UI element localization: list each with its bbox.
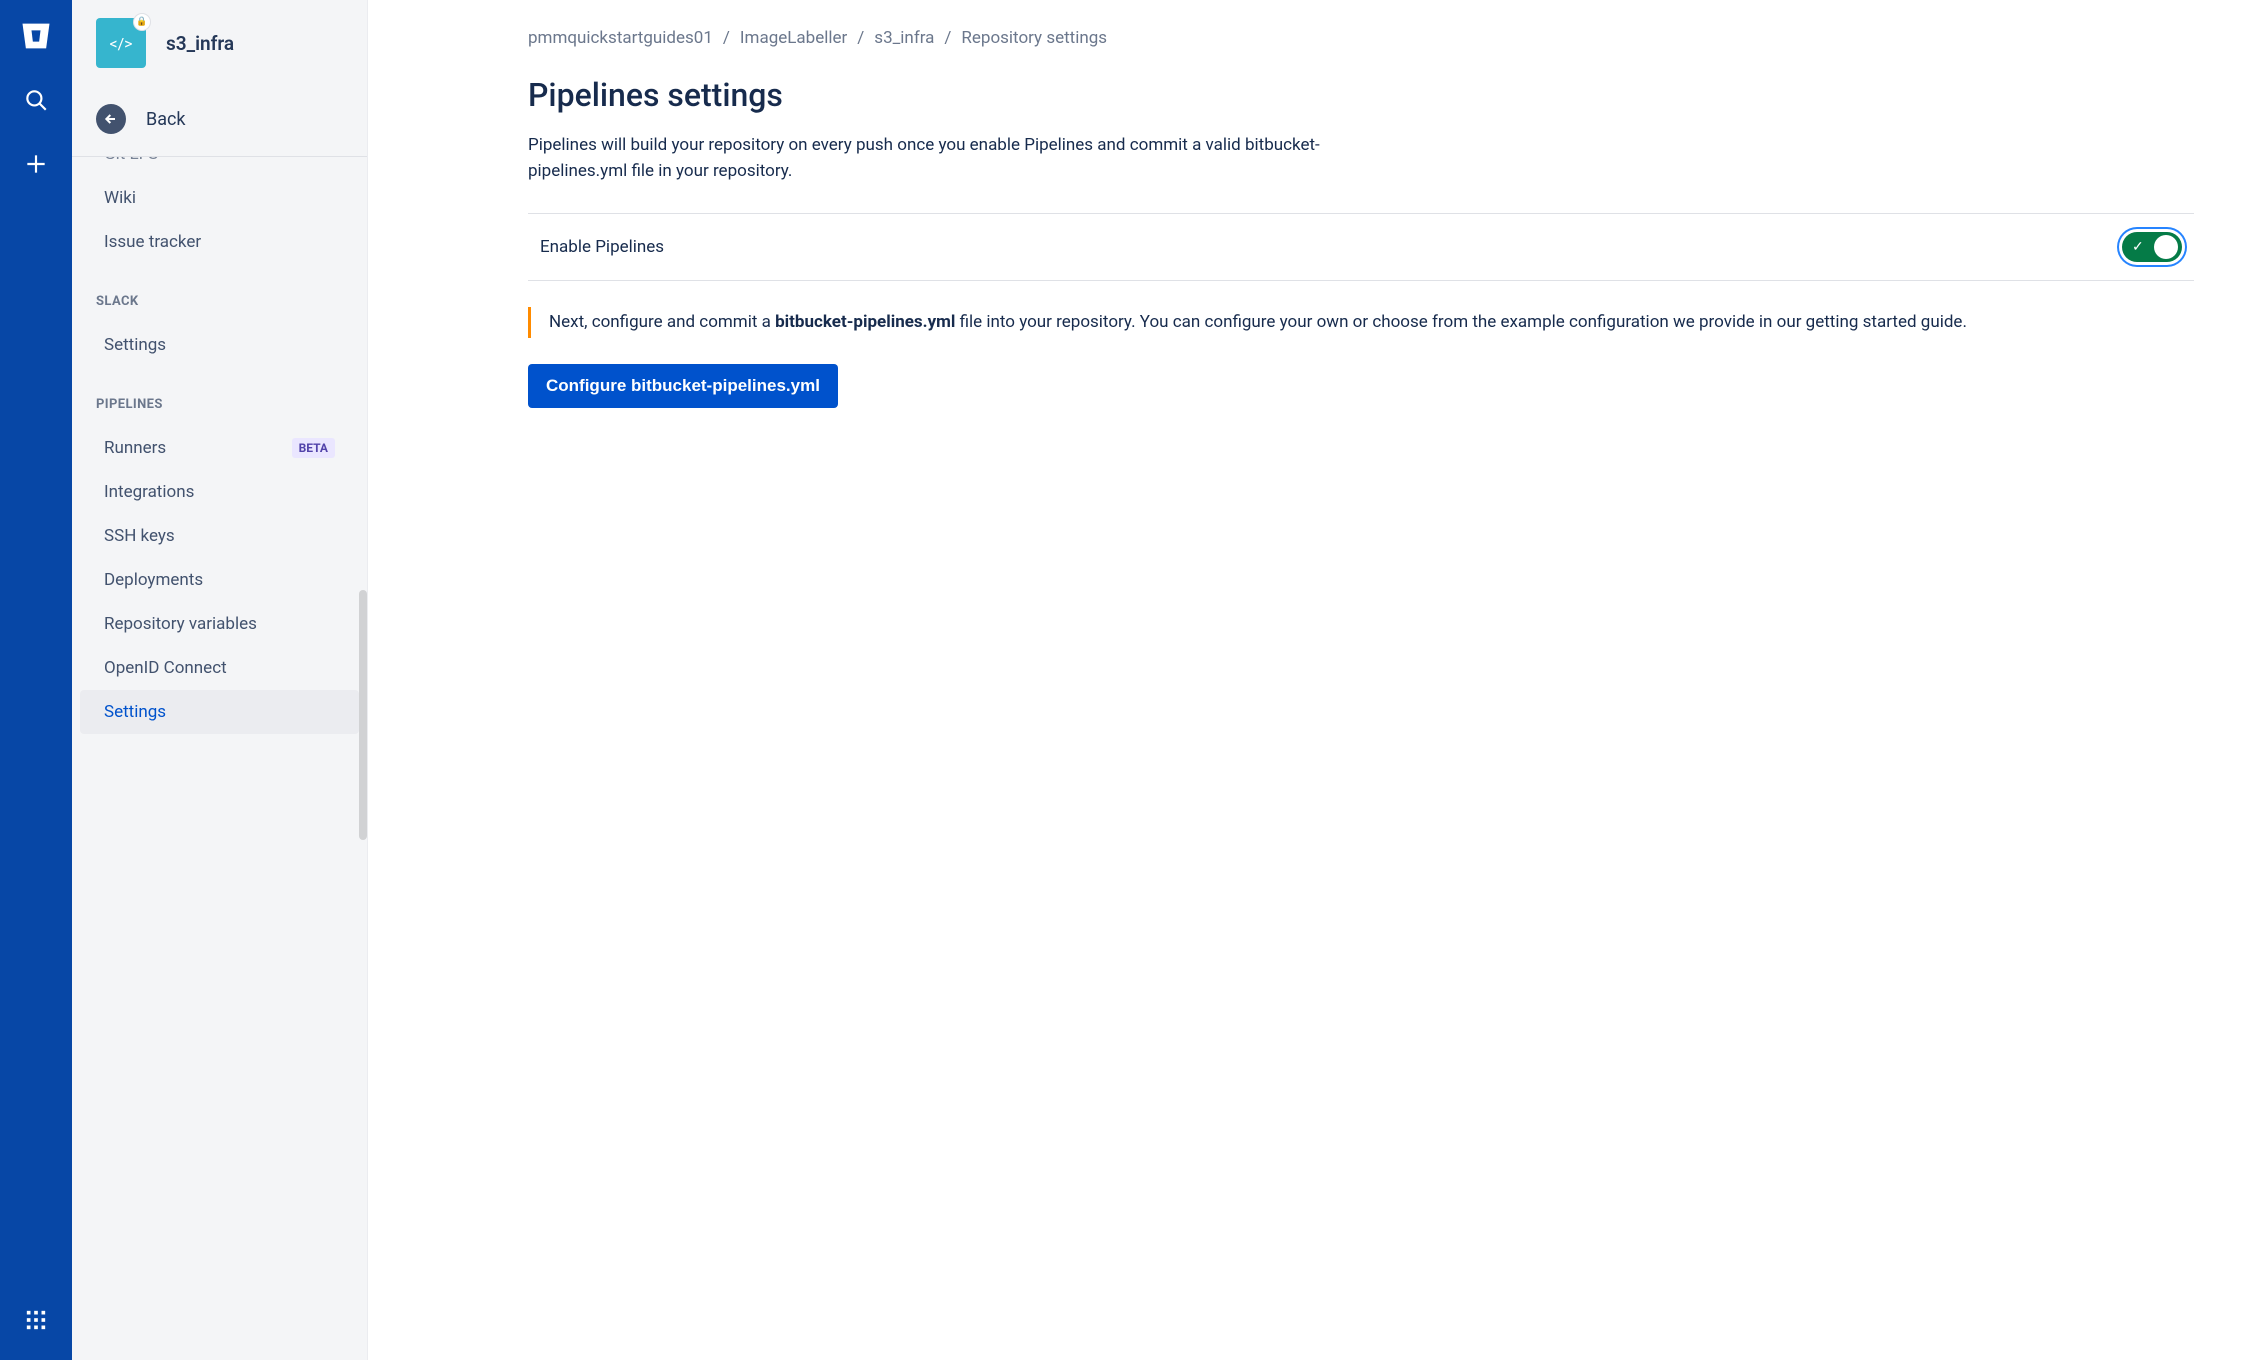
back-button[interactable]: Back bbox=[72, 80, 367, 156]
arrow-left-icon bbox=[96, 104, 126, 134]
sidebar-item-label: Git LFS bbox=[104, 156, 158, 164]
sidebar-item-deployments[interactable]: Deployments bbox=[80, 558, 359, 602]
sidebar-item-label: Repository variables bbox=[104, 614, 257, 634]
callout-text: Next, configure and commit a bbox=[549, 312, 775, 332]
search-icon[interactable] bbox=[18, 82, 54, 118]
breadcrumb-item[interactable]: pmmquickstartguides01 bbox=[528, 28, 713, 48]
sidebar-item-wiki[interactable]: Wiki bbox=[80, 176, 359, 220]
breadcrumb: pmmquickstartguides01 / ImageLabeller / s3… bbox=[528, 28, 2194, 48]
sidebar-item-git-lfs[interactable]: Git LFS bbox=[80, 156, 359, 176]
sidebar-item-ssh-keys[interactable]: SSH keys bbox=[80, 514, 359, 558]
sidebar-item-label: Deployments bbox=[104, 570, 203, 590]
sidebar-item-label: Wiki bbox=[104, 188, 136, 208]
main-content: pmmquickstartguides01 / ImageLabeller / s3… bbox=[368, 0, 2258, 1360]
sidebar-nav: Git LFS Wiki Issue tracker SLACK Setting… bbox=[72, 156, 367, 1360]
sidebar-item-integrations[interactable]: Integrations bbox=[80, 470, 359, 514]
beta-badge: BETA bbox=[292, 438, 335, 458]
sidebar-item-label: SSH keys bbox=[104, 526, 175, 546]
sidebar-item-label: Integrations bbox=[104, 482, 194, 502]
breadcrumb-separator: / bbox=[857, 28, 864, 48]
sidebar-item-pipeline-settings[interactable]: Settings bbox=[80, 690, 359, 734]
repo-name: s3_infra bbox=[166, 32, 234, 55]
sidebar-item-label: Settings bbox=[104, 335, 166, 355]
breadcrumb-item[interactable]: ImageLabeller bbox=[740, 28, 847, 48]
apps-icon[interactable] bbox=[18, 1302, 54, 1338]
breadcrumb-separator: / bbox=[944, 28, 951, 48]
breadcrumb-separator: / bbox=[723, 28, 730, 48]
sidebar-item-slack-settings[interactable]: Settings bbox=[80, 323, 359, 367]
repo-avatar-icon: </> 🔒 bbox=[96, 18, 146, 68]
toggle-knob bbox=[2154, 235, 2178, 259]
bitbucket-logo-icon[interactable] bbox=[18, 18, 54, 54]
sidebar-item-repository-variables[interactable]: Repository variables bbox=[80, 602, 359, 646]
callout: Next, configure and commit a bitbucket-p… bbox=[528, 307, 2194, 338]
sidebar-item-label: Runners bbox=[104, 438, 166, 458]
check-icon: ✓ bbox=[2132, 239, 2144, 255]
sidebar-item-openid-connect[interactable]: OpenID Connect bbox=[80, 646, 359, 690]
back-label: Back bbox=[146, 109, 186, 130]
sidebar-item-label: OpenID Connect bbox=[104, 658, 227, 678]
enable-pipelines-label: Enable Pipelines bbox=[540, 237, 664, 257]
repo-header: </> 🔒 s3_infra bbox=[72, 0, 367, 80]
sidebar-section-slack: SLACK bbox=[72, 264, 367, 323]
configure-pipelines-button[interactable]: Configure bitbucket-pipelines.yml bbox=[528, 364, 838, 408]
breadcrumb-item[interactable]: s3_infra bbox=[874, 28, 934, 48]
lock-icon: 🔒 bbox=[134, 14, 150, 30]
repo-avatar-glyph: </> bbox=[109, 34, 132, 53]
sidebar-item-label: Issue tracker bbox=[104, 232, 201, 252]
scrollbar[interactable] bbox=[359, 590, 367, 840]
page-lead: Pipelines will build your repository on … bbox=[528, 132, 1378, 185]
global-nav-rail bbox=[0, 0, 72, 1360]
enable-pipelines-toggle[interactable]: ✓ bbox=[2122, 232, 2182, 262]
breadcrumb-item[interactable]: Repository settings bbox=[961, 28, 1107, 48]
callout-filename: bitbucket-pipelines.yml bbox=[775, 312, 955, 332]
plus-icon[interactable] bbox=[18, 146, 54, 182]
callout-text: file into your repository. You can confi… bbox=[955, 312, 1967, 332]
page-title: Pipelines settings bbox=[528, 76, 2194, 114]
sidebar-section-pipelines: PIPELINES bbox=[72, 367, 367, 426]
enable-pipelines-row: Enable Pipelines ✓ bbox=[528, 213, 2194, 281]
sidebar-item-runners[interactable]: Runners BETA bbox=[80, 426, 359, 470]
sidebar-item-label: Settings bbox=[104, 702, 166, 722]
sidebar-item-issue-tracker[interactable]: Issue tracker bbox=[80, 220, 359, 264]
sidebar: </> 🔒 s3_infra Back Git LFS Wiki Issue t… bbox=[72, 0, 368, 1360]
